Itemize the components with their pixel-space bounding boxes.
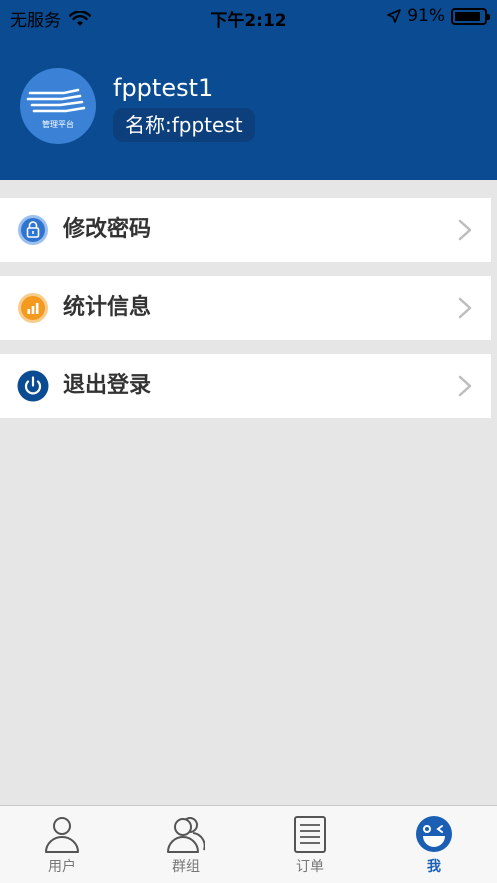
menu-item-label: 退出登录 — [63, 373, 152, 398]
tab-me[interactable]: 我 — [372, 806, 496, 883]
group-icon — [167, 817, 205, 853]
user-icon — [45, 817, 79, 853]
menu-item-logout[interactable]: 退出登录 — [0, 354, 491, 418]
tab-label: 用户 — [48, 859, 76, 875]
tab-bar: 用户 群组 订单 我 — [0, 805, 497, 883]
tab-orders[interactable]: 订单 — [248, 806, 372, 883]
order-icon — [294, 816, 326, 853]
power-icon — [17, 370, 49, 402]
menu-item-change-password[interactable]: 修改密码 — [0, 198, 491, 262]
name-label: 名称:fpptest — [113, 108, 255, 142]
menu-item-label: 修改密码 — [63, 217, 152, 242]
tab-label: 群组 — [172, 859, 200, 875]
tab-label: 我 — [427, 859, 441, 875]
lock-icon — [18, 215, 48, 245]
bar-chart-icon — [18, 293, 48, 323]
chevron-right-icon — [458, 375, 472, 397]
battery-icon — [451, 7, 490, 25]
tab-users[interactable]: 用户 — [0, 806, 124, 883]
chevron-right-icon — [458, 297, 472, 319]
chevron-right-icon — [458, 219, 472, 241]
menu-item-statistics[interactable]: 统计信息 — [0, 276, 491, 340]
username: fpptest1 — [113, 74, 214, 102]
avatar[interactable]: 管理平台 — [20, 68, 96, 144]
tab-label: 订单 — [296, 859, 324, 875]
profile-header: 无服务 下午2:12 91% 管理平台 fpptest1 名称:fpptest — [0, 0, 497, 180]
battery-percent: 91% — [407, 6, 445, 26]
location-arrow-icon — [387, 9, 402, 23]
menu-item-label: 统计信息 — [63, 295, 152, 320]
avatar-text: 管理平台 — [42, 119, 74, 129]
me-face-icon — [416, 816, 452, 852]
tab-groups[interactable]: 群组 — [124, 806, 248, 883]
status-bar: 无服务 下午2:12 91% — [0, 0, 497, 34]
